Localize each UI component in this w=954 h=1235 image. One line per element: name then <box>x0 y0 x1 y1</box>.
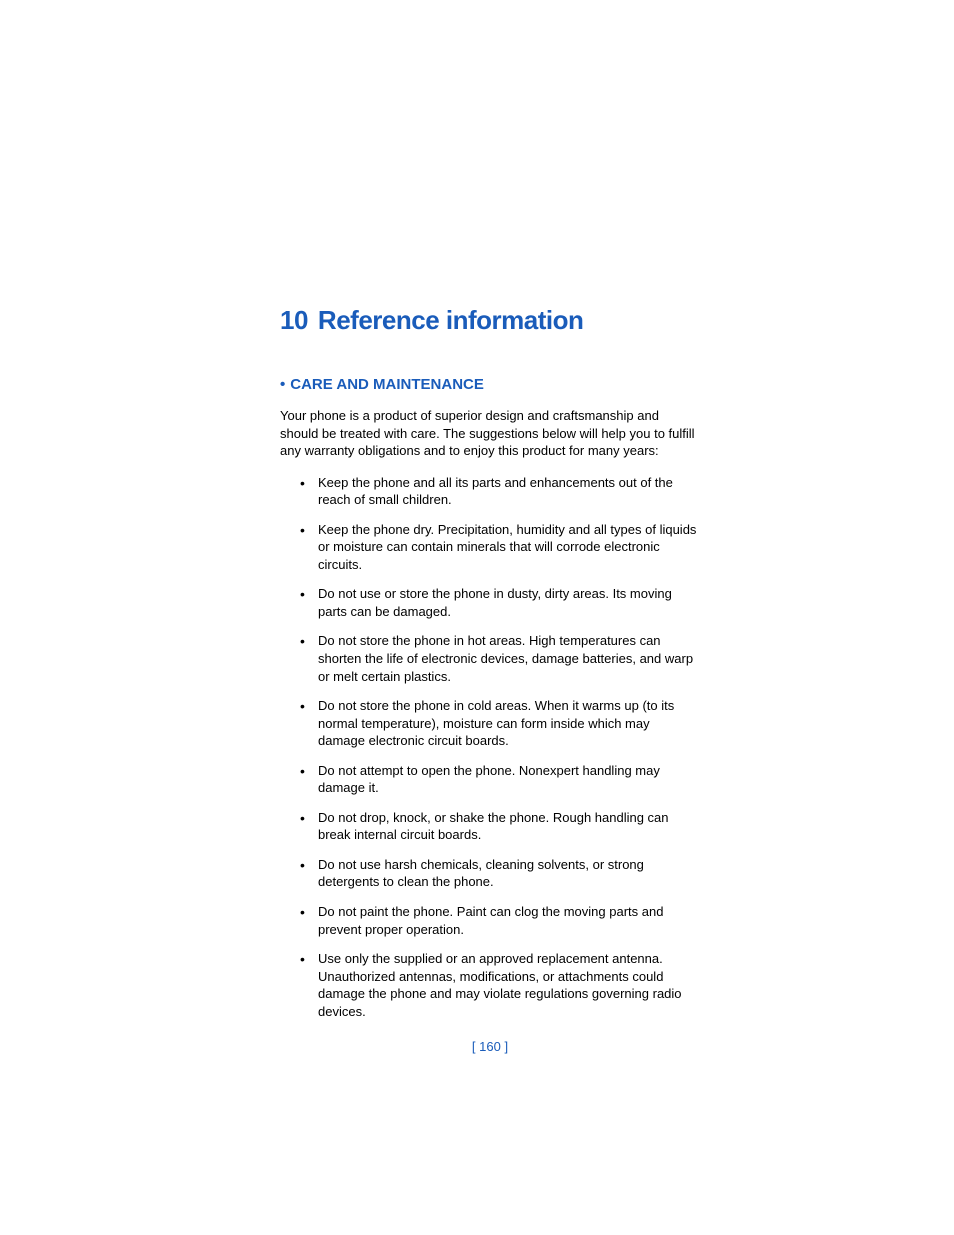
heading-bullet-icon: • <box>280 376 285 393</box>
list-item: Do not paint the phone. Paint can clog t… <box>300 903 700 938</box>
list-item: Use only the supplied or an approved rep… <box>300 950 700 1020</box>
list-item: Do not store the phone in hot areas. Hig… <box>300 632 700 685</box>
list-item: Keep the phone and all its parts and enh… <box>300 474 700 509</box>
list-item: Do not drop, knock, or shake the phone. … <box>300 809 700 844</box>
list-item: Do not attempt to open the phone. Nonexp… <box>300 762 700 797</box>
bullet-list: Keep the phone and all its parts and enh… <box>280 474 700 1021</box>
list-item: Do not store the phone in cold areas. Wh… <box>300 697 700 750</box>
chapter-title: 10 Reference information <box>280 305 700 336</box>
list-item: Do not use or store the phone in dusty, … <box>300 585 700 620</box>
page-content: 10 Reference information • CARE AND MAINTE… <box>280 305 700 1032</box>
chapter-title-text: Reference information <box>318 305 583 335</box>
chapter-number: 10 <box>280 305 308 335</box>
intro-paragraph: Your phone is a product of superior desi… <box>280 407 700 460</box>
section-heading-text: CARE AND MAINTENANCE <box>290 376 484 393</box>
list-item: Do not use harsh chemicals, cleaning sol… <box>300 856 700 891</box>
list-item: Keep the phone dry. Precipitation, humid… <box>300 521 700 574</box>
section-heading: • CARE AND MAINTENANCE <box>280 376 700 393</box>
page-number: [ 160 ] <box>280 1039 700 1054</box>
